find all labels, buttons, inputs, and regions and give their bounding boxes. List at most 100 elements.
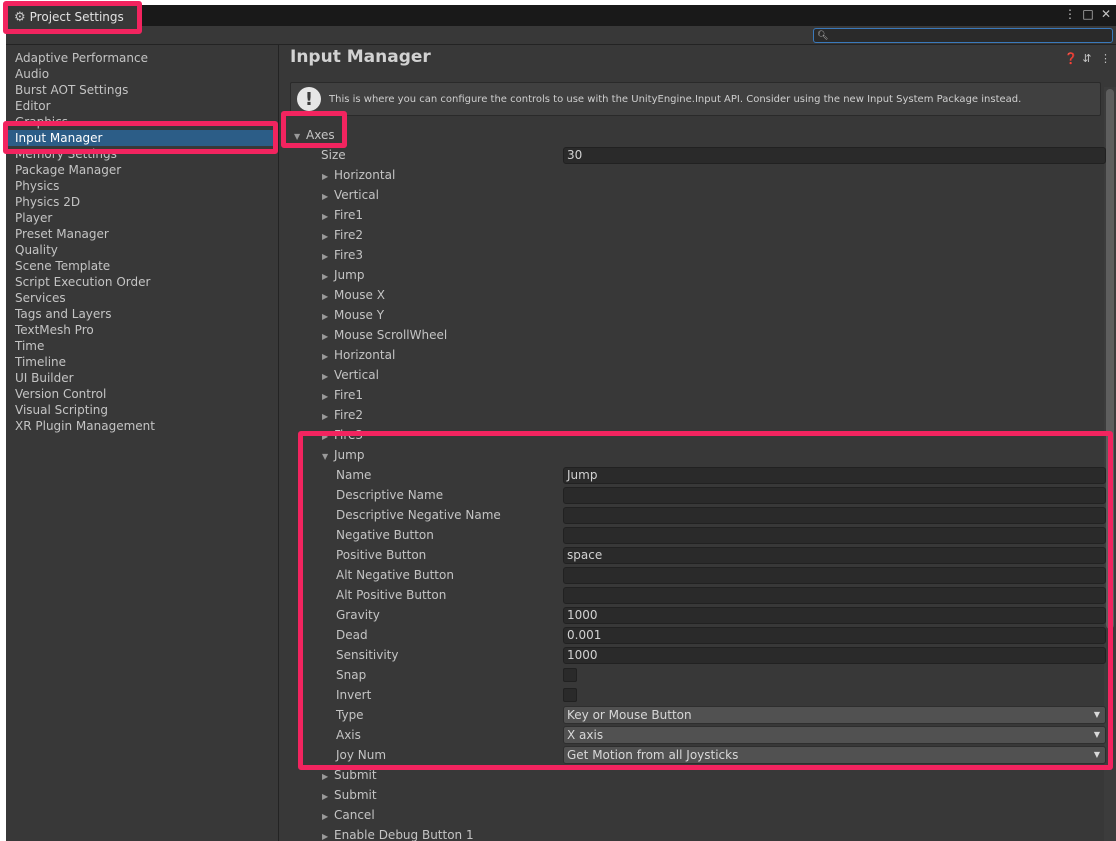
sidebar-item-scene-template[interactable]: Scene Template bbox=[6, 258, 278, 274]
axis-dropdown[interactable]: X axis ▼ bbox=[563, 726, 1106, 744]
sidebar-item-memory-settings[interactable]: Memory Settings bbox=[6, 146, 278, 162]
joy-num-value: Get Motion from all Joysticks bbox=[567, 748, 739, 762]
axis-item[interactable]: ▶ Vertical bbox=[322, 185, 379, 205]
more-options-icon[interactable]: ⋮ bbox=[1064, 7, 1076, 21]
sidebar-item-burst-aot-settings[interactable]: Burst AOT Settings bbox=[6, 82, 278, 98]
axis-item[interactable]: ▶ Fire3 bbox=[322, 245, 363, 265]
foldout-collapsed-icon: ▶ bbox=[322, 352, 329, 361]
more-options-icon[interactable]: ⋮ bbox=[1100, 52, 1111, 65]
sidebar-item-physics-2d[interactable]: Physics 2D bbox=[6, 194, 278, 210]
sidebar-item-audio[interactable]: Audio bbox=[6, 66, 278, 82]
search-box[interactable]: 🔍︎ bbox=[813, 28, 1113, 43]
positive-button-field[interactable]: space bbox=[563, 547, 1106, 564]
descriptive-name-field[interactable] bbox=[563, 487, 1106, 504]
sidebar-item-input-manager[interactable]: Input Manager bbox=[6, 130, 278, 146]
type-value: Key or Mouse Button bbox=[567, 708, 692, 722]
scrollbar-thumb[interactable] bbox=[1106, 89, 1114, 629]
axis-item[interactable]: ▶ Fire2 bbox=[322, 405, 363, 425]
sidebar-item-xr-plugin-management[interactable]: XR Plugin Management bbox=[6, 418, 278, 434]
axis-label: Vertical bbox=[334, 368, 379, 382]
sensitivity-label: Sensitivity bbox=[336, 648, 399, 662]
size-field[interactable]: 30 bbox=[563, 147, 1106, 164]
axis-item[interactable]: ▶ Cancel bbox=[322, 805, 375, 825]
search-icon: 🔍︎ bbox=[817, 30, 829, 41]
sidebar-item-services[interactable]: Services bbox=[6, 290, 278, 306]
descriptive-negative-name-field[interactable] bbox=[563, 507, 1106, 524]
axis-label: Fire3 bbox=[334, 428, 364, 442]
sidebar-item-preset-manager[interactable]: Preset Manager bbox=[6, 226, 278, 242]
foldout-expanded-icon: ▼ bbox=[322, 452, 329, 461]
axis-item[interactable]: ▶ Fire1 bbox=[322, 205, 363, 225]
negative-button-label: Negative Button bbox=[336, 528, 434, 542]
sidebar-item-graphics[interactable]: Graphics bbox=[6, 114, 278, 130]
input-manager-panel: Input Manager ❓ ⇵ ⋮ ! This is where you … bbox=[280, 45, 1116, 841]
axis-item[interactable]: ▶ Submit bbox=[322, 785, 377, 805]
sidebar-item-package-manager[interactable]: Package Manager bbox=[6, 162, 278, 178]
size-label: Size bbox=[321, 148, 346, 162]
close-icon[interactable]: ✕ bbox=[1100, 7, 1112, 21]
axis-item[interactable]: ▶ Vertical bbox=[322, 365, 379, 385]
joy-num-label: Joy Num bbox=[336, 748, 387, 762]
axes-foldout[interactable]: ▼ Axes bbox=[294, 125, 335, 145]
foldout-collapsed-icon: ▶ bbox=[322, 172, 329, 181]
foldout-expanded-icon: ▼ bbox=[294, 132, 301, 141]
sidebar-item-tags-and-layers[interactable]: Tags and Layers bbox=[6, 306, 278, 322]
gravity-label: Gravity bbox=[336, 608, 380, 622]
axis-item[interactable]: ▶ Horizontal bbox=[322, 345, 395, 365]
axis-item[interactable]: ▶ Fire2 bbox=[322, 225, 363, 245]
axis-item[interactable]: ▶ Horizontal bbox=[322, 165, 395, 185]
axis-item[interactable]: ▶ Fire1 bbox=[322, 385, 363, 405]
sidebar-item-time[interactable]: Time bbox=[6, 338, 278, 354]
axis-item[interactable]: ▶ Submit bbox=[322, 765, 377, 785]
window-title: Project Settings bbox=[29, 10, 124, 24]
sidebar-item-script-execution-order[interactable]: Script Execution Order bbox=[6, 274, 278, 290]
alt-positive-button-field[interactable] bbox=[563, 587, 1106, 604]
sidebar-item-player[interactable]: Player bbox=[6, 210, 278, 226]
axis-label: Axis bbox=[336, 728, 361, 742]
type-dropdown[interactable]: Key or Mouse Button ▼ bbox=[563, 706, 1106, 724]
sidebar-item-editor[interactable]: Editor bbox=[6, 98, 278, 114]
page-title: Input Manager bbox=[290, 47, 431, 67]
project-settings-window: ⚙ Project Settings ⋮ □ ✕ 🔍︎ Adaptive Per… bbox=[6, 5, 1116, 841]
axis-item[interactable]: ▶ Mouse Y bbox=[322, 305, 384, 325]
axis-item[interactable]: ▶ Jump bbox=[322, 265, 364, 285]
sidebar-item-adaptive-performance[interactable]: Adaptive Performance bbox=[6, 50, 278, 66]
dropdown-arrow-icon: ▼ bbox=[1093, 710, 1100, 719]
type-label: Type bbox=[336, 708, 364, 722]
sidebar-item-version-control[interactable]: Version Control bbox=[6, 386, 278, 402]
axis-item[interactable]: ▶ Mouse X bbox=[322, 285, 385, 305]
negative-button-field[interactable] bbox=[563, 527, 1106, 544]
sidebar-item-textmesh-pro[interactable]: TextMesh Pro bbox=[6, 322, 278, 338]
gravity-field[interactable]: 1000 bbox=[563, 607, 1106, 624]
name-field[interactable]: Jump bbox=[563, 467, 1106, 484]
maximize-icon[interactable]: □ bbox=[1082, 7, 1094, 21]
help-icon[interactable]: ❓ bbox=[1064, 52, 1078, 65]
jump-axis-foldout[interactable]: ▼ Jump bbox=[322, 445, 364, 465]
sidebar-item-ui-builder[interactable]: UI Builder bbox=[6, 370, 278, 386]
axis-label: Fire2 bbox=[334, 228, 364, 242]
sidebar-item-quality[interactable]: Quality bbox=[6, 242, 278, 258]
alt-positive-button-label: Alt Positive Button bbox=[336, 588, 447, 602]
joy-num-dropdown[interactable]: Get Motion from all Joysticks ▼ bbox=[563, 746, 1106, 764]
sensitivity-field[interactable]: 1000 bbox=[563, 647, 1106, 664]
foldout-collapsed-icon: ▶ bbox=[322, 232, 329, 241]
alt-negative-button-label: Alt Negative Button bbox=[336, 568, 454, 582]
invert-checkbox[interactable] bbox=[563, 688, 577, 702]
axis-item[interactable]: ▶ Enable Debug Button 1 bbox=[322, 825, 474, 841]
presets-icon[interactable]: ⇵ bbox=[1082, 52, 1092, 65]
sidebar-item-timeline[interactable]: Timeline bbox=[6, 354, 278, 370]
search-input[interactable] bbox=[828, 29, 1112, 42]
snap-checkbox[interactable] bbox=[563, 668, 577, 682]
axis-item[interactable]: ▶ Mouse ScrollWheel bbox=[322, 325, 447, 345]
settings-sidebar: Adaptive Performance Audio Burst AOT Set… bbox=[6, 45, 279, 841]
alt-negative-button-field[interactable] bbox=[563, 567, 1106, 584]
axis-item[interactable]: ▶ Fire3 bbox=[322, 425, 363, 445]
descriptive-name-label: Descriptive Name bbox=[336, 488, 444, 502]
sidebar-item-physics[interactable]: Physics bbox=[6, 178, 278, 194]
title-bar: ⚙ Project Settings ⋮ □ ✕ bbox=[6, 5, 1116, 29]
dead-field[interactable]: 0.001 bbox=[563, 627, 1106, 644]
axis-label: Enable Debug Button 1 bbox=[334, 828, 474, 841]
dead-label: Dead bbox=[336, 628, 368, 642]
sidebar-item-visual-scripting[interactable]: Visual Scripting bbox=[6, 402, 278, 418]
axes-label: Axes bbox=[306, 128, 335, 142]
